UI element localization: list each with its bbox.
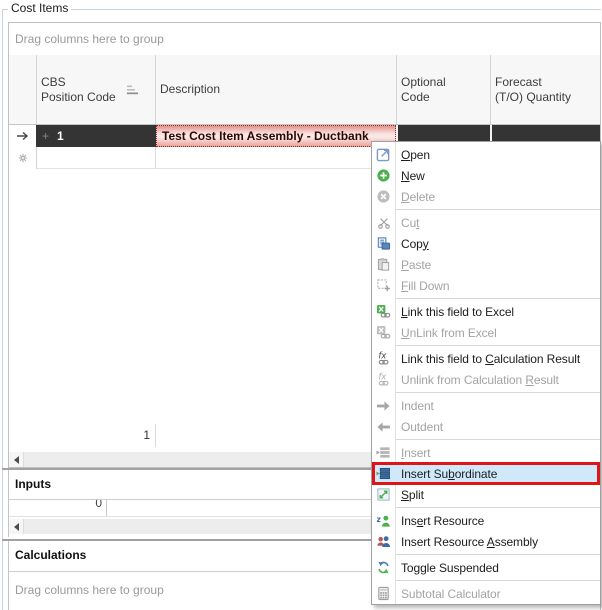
fill-down-icon	[372, 278, 395, 293]
menu-item-label: Insert Resource Assembly	[401, 534, 538, 549]
menu-item-label: Delete	[401, 189, 436, 204]
menu-item-insert-subordinate[interactable]: Insert Subordinate	[372, 462, 600, 485]
delete-icon	[372, 189, 395, 204]
menu-item-insert-resource-assembly[interactable]: Insert Resource Assembly	[372, 531, 600, 552]
footer-column-divider	[155, 424, 156, 447]
cbs-position-code-cell[interactable]: 1	[57, 125, 64, 147]
menu-item-label: Outdent	[401, 419, 443, 434]
menu-item-split[interactable]: Split	[372, 484, 600, 505]
menu-item-delete: Delete	[372, 186, 600, 207]
sort-ascending-icon	[126, 83, 141, 96]
context-menu: Open New Delete Cut Copy Paste Fill Down Link t…	[371, 141, 601, 605]
description-cell-highlighted[interactable]: Test Cost Item Assembly - Ductbank	[156, 125, 396, 147]
outdent-icon	[372, 421, 395, 433]
inputs-partial-cell: 0	[95, 500, 102, 510]
excel-unlink-icon	[372, 325, 395, 340]
menu-item-fill-down: Fill Down	[372, 275, 600, 296]
split-icon	[372, 487, 395, 502]
menu-item-insert: Insert	[372, 442, 600, 463]
inputs-panel-title: Inputs	[15, 477, 51, 491]
menu-item-link-this-field-to-excel[interactable]: Link this field to Excel	[372, 301, 600, 322]
menu-item-label: Toggle Suspended	[401, 560, 499, 575]
svg-text:fx: fx	[378, 351, 387, 361]
calc-unlink-icon: fx	[372, 372, 395, 387]
calculations-group-by-hint: Drag columns here to group	[15, 583, 164, 597]
menu-item-label: New	[401, 168, 425, 183]
menu-separator	[396, 580, 600, 581]
app-root: Cost Items Drag columns here to group CB…	[0, 0, 602, 610]
menu-separator	[396, 439, 600, 440]
menu-item-label: Link this field to Excel	[401, 304, 514, 319]
menu-item-label: Indent	[401, 398, 434, 413]
inputs-scroll-left-button[interactable]	[9, 519, 24, 534]
menu-item-open[interactable]: Open	[372, 144, 600, 165]
menu-item-unlink-from-calculation-result: fx Unlink from Calculation Result	[372, 369, 600, 390]
calculations-panel-title: Calculations	[15, 548, 87, 562]
menu-item-indent: Indent	[372, 395, 600, 416]
menu-item-label: Unlink from Calculation Result	[401, 372, 559, 387]
menu-item-cut: Cut	[372, 212, 600, 233]
menu-item-label: Copy	[401, 236, 429, 251]
menu-item-unlink-from-excel: UnLink from Excel	[372, 322, 600, 343]
open-icon	[372, 147, 395, 162]
grid-header-row: CBS Position Code Description Optional C…	[9, 55, 600, 125]
menu-item-label: UnLink from Excel	[401, 325, 497, 340]
paste-icon	[372, 257, 395, 272]
copy-icon	[372, 236, 395, 251]
menu-item-paste: Paste	[372, 254, 600, 275]
menu-separator	[396, 209, 600, 210]
menu-item-label: Open	[401, 147, 430, 162]
insert-resource-assembly-icon	[372, 534, 395, 549]
menu-item-label: Fill Down	[401, 278, 450, 293]
cut-icon	[372, 216, 395, 230]
toggle-suspended-icon	[372, 560, 395, 575]
menu-item-label: Insert	[401, 445, 431, 460]
groupbox-title: Cost Items	[8, 1, 72, 15]
indent-icon	[372, 400, 395, 412]
left-arrow-icon	[13, 455, 19, 464]
menu-separator	[396, 392, 600, 393]
subtotal-calculator-icon	[372, 586, 395, 601]
expand-plus-glyph[interactable]: +	[42, 125, 49, 147]
insert-resource-icon: z	[372, 513, 395, 528]
calc-link-icon: fx	[372, 351, 395, 366]
svg-text:fx: fx	[378, 372, 387, 382]
groupbox-border-left	[2, 9, 3, 610]
menu-item-link-this-field-to-calculation-result[interactable]: fx Link this field to Calculation Result	[372, 348, 600, 369]
menu-item-label: Cut	[401, 215, 420, 230]
column-header-description[interactable]: Description	[155, 55, 396, 124]
menu-separator	[396, 507, 600, 508]
column-header-forecast-quantity[interactable]: Forecast (T/O) Quantity	[490, 55, 600, 124]
column-header-optional-code[interactable]: Optional Code	[396, 55, 490, 124]
menu-item-copy[interactable]: Copy	[372, 233, 600, 254]
footer-row-count: 1	[143, 428, 150, 442]
menu-item-toggle-suspended[interactable]: Toggle Suspended	[372, 557, 600, 578]
menu-item-subtotal-calculator: Subtotal Calculator	[372, 583, 600, 604]
menu-item-insert-resource[interactable]: z Insert Resource	[372, 510, 600, 531]
groupbox-border-top	[2, 9, 601, 10]
svg-text:z: z	[376, 515, 380, 524]
column-header-cbs-position-code[interactable]: CBS Position Code	[36, 55, 155, 124]
menu-item-label: Insert Resource	[401, 513, 485, 528]
menu-item-label: Insert Subordinate	[401, 466, 498, 481]
menu-item-label: Subtotal Calculator	[401, 586, 501, 601]
excel-link-icon	[372, 304, 395, 319]
scroll-left-button[interactable]	[9, 452, 24, 467]
insert-icon	[372, 445, 395, 460]
current-row-arrow	[9, 125, 36, 147]
menu-item-outdent: Outdent	[372, 416, 600, 437]
menu-separator	[396, 298, 600, 299]
group-by-drop-zone[interactable]: Drag columns here to group	[9, 23, 600, 56]
menu-item-label: Split	[401, 487, 424, 502]
menu-separator	[396, 345, 600, 346]
menu-item-new[interactable]: New	[372, 165, 600, 186]
menu-item-label: Paste	[401, 257, 432, 272]
new-row-asterisk-icon	[9, 147, 36, 169]
insert-subordinate-icon	[372, 466, 395, 481]
menu-item-label: Link this field to Calculation Result	[401, 351, 581, 366]
group-by-hint: Drag columns here to group	[15, 32, 164, 46]
new-icon	[372, 168, 395, 183]
menu-separator	[396, 554, 600, 555]
left-arrow-icon	[13, 522, 19, 531]
